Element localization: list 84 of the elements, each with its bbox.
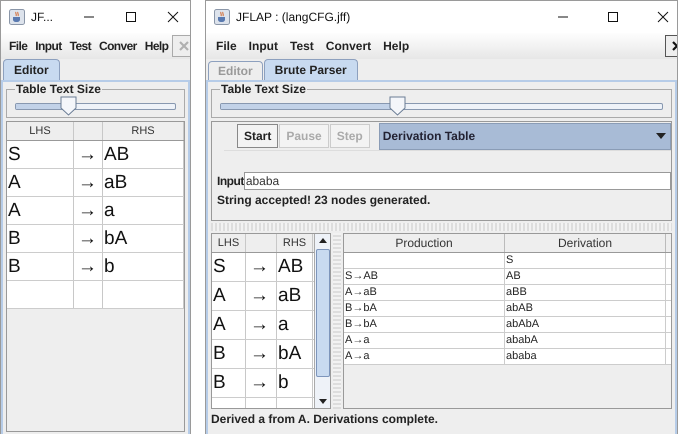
coffee-cup-icon	[214, 9, 230, 25]
table-cell: AB	[505, 269, 666, 284]
table-cell: A→aB	[344, 285, 505, 300]
status-message: Derived a from A. Derivations complete.	[211, 412, 439, 427]
table-cell: S	[7, 141, 74, 168]
menu-item[interactable]: Convert	[320, 39, 378, 53]
coffee-cup-icon	[9, 9, 25, 25]
table-cell: b	[277, 369, 313, 397]
table-cell: B→bA	[344, 317, 505, 332]
table-cell: abAbA	[505, 317, 666, 332]
table-cell: A→a	[344, 333, 505, 348]
table-cell: B	[212, 369, 246, 397]
group-label: Table Text Size	[220, 83, 307, 96]
column-header: Production	[344, 234, 505, 252]
column-header: RHS	[103, 122, 184, 140]
table-cell: B	[212, 340, 246, 368]
table-cell: B	[7, 225, 74, 252]
menu-item[interactable]: Input	[242, 39, 284, 53]
table-cell: A	[7, 169, 74, 196]
table-cell: A	[212, 311, 246, 339]
table-cell: abAB	[505, 301, 666, 316]
menu-item[interactable]: Conver	[95, 39, 141, 53]
table-cell: ababA	[505, 333, 666, 348]
slider-thumb[interactable]	[60, 96, 78, 116]
menu-item[interactable]: Help	[377, 39, 416, 53]
window-title: JF...	[31, 10, 54, 24]
menu-item[interactable]: Test	[284, 39, 320, 53]
table-cell: A	[7, 197, 74, 224]
table-cell: bA	[277, 340, 313, 368]
table-cell: a	[277, 311, 313, 339]
table-cell: AB	[103, 141, 184, 168]
column-header: LHS	[212, 234, 246, 252]
group-label: Table Text Size	[15, 83, 102, 96]
toolbar-button[interactable]: Start	[237, 124, 278, 148]
table-cell: →	[74, 253, 103, 280]
menu-item[interactable]: Input	[31, 39, 66, 53]
maximize-icon[interactable]	[607, 11, 619, 23]
table-cell: →	[74, 225, 103, 252]
table-cell: →	[74, 169, 103, 196]
caret-icon	[656, 133, 666, 139]
table-cell: →	[246, 253, 277, 281]
tab[interactable]: Brute Parser	[264, 59, 358, 80]
table-cell: a	[103, 197, 184, 224]
scroll-up-icon[interactable]	[318, 238, 326, 243]
table-cell: bA	[103, 225, 184, 252]
table-cell: S	[212, 253, 246, 281]
menu-item[interactable]: Help	[140, 39, 172, 53]
table-cell: aB	[277, 282, 313, 310]
column-header: Derivation	[505, 234, 666, 252]
close-icon	[178, 40, 190, 52]
table-cell: ababa	[505, 349, 666, 364]
table-cell: B	[7, 253, 74, 280]
view-dropdown[interactable]: Derivation Table	[378, 122, 671, 150]
input-label: Input	[217, 174, 244, 188]
close-icon[interactable]	[167, 11, 180, 23]
table-cell: A→a	[344, 349, 505, 364]
scroll-down-icon[interactable]	[318, 399, 326, 404]
table-cell: b	[103, 253, 184, 280]
menu-item[interactable]: File	[5, 39, 32, 53]
column-header: RHS	[277, 234, 313, 252]
result-message: String accepted! 23 nodes generated.	[217, 193, 432, 207]
scrollbar[interactable]	[314, 234, 330, 408]
table-cell: →	[246, 369, 277, 397]
slider-thumb[interactable]	[389, 96, 406, 116]
table-cell: AB	[277, 253, 313, 281]
table-cell: →	[74, 197, 103, 224]
input-field[interactable]: ababa	[244, 172, 671, 190]
table-cell: →	[246, 340, 277, 368]
table-cell: S	[505, 253, 666, 268]
table-cell: B→bA	[344, 301, 505, 316]
table-cell: S→AB	[344, 269, 505, 284]
menu-item[interactable]: Test	[66, 39, 95, 53]
window-title: JFLAP : (langCFG.jff)	[236, 10, 350, 24]
table-cell: A	[212, 282, 246, 310]
menu-item[interactable]: File	[210, 39, 243, 53]
close-icon[interactable]	[657, 11, 669, 23]
tab[interactable]: Editor	[3, 59, 60, 80]
maximize-icon[interactable]	[125, 11, 138, 23]
column-header: LHS	[7, 122, 74, 140]
table-cell: aBB	[505, 285, 666, 300]
table-cell: →	[246, 311, 277, 339]
table-cell: →	[74, 141, 103, 168]
table-cell: →	[246, 282, 277, 310]
table-cell: aB	[103, 169, 184, 196]
